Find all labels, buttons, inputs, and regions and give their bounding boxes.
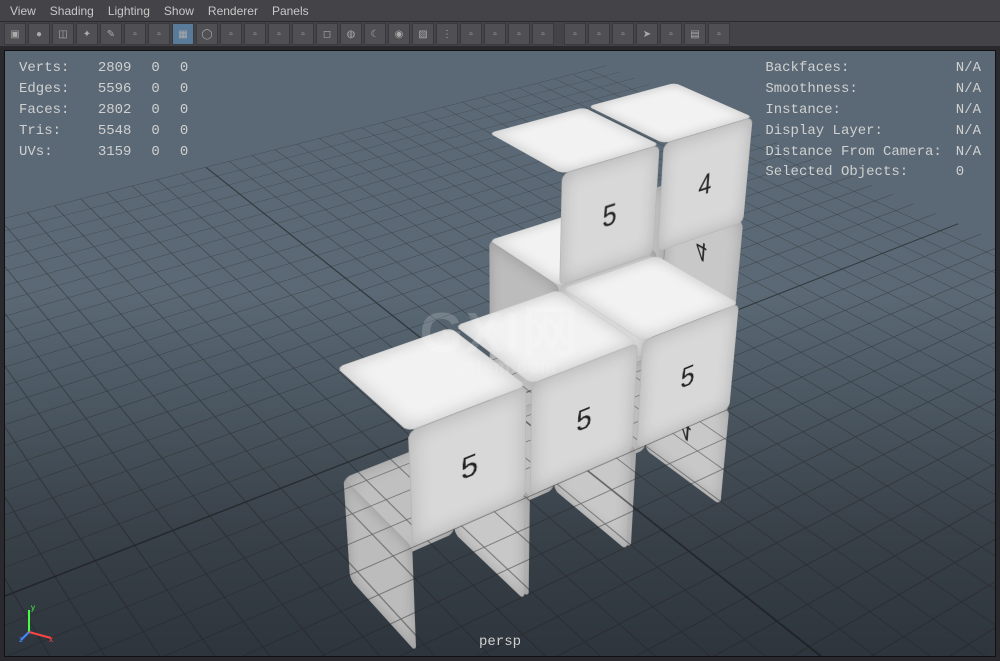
stat-val: N/A <box>944 143 981 162</box>
stat-val: 0 <box>151 122 177 141</box>
toolbar-sq1-icon[interactable]: ▫ <box>220 23 242 45</box>
stat-label: Smoothness: <box>753 80 941 99</box>
toolbar-box2-icon[interactable]: ▫ <box>660 23 682 45</box>
stat-val: N/A <box>944 122 981 141</box>
stat-label: Selected Objects: <box>753 163 941 182</box>
stat-val: 0 <box>151 80 177 99</box>
stat-val: 0 <box>944 163 981 182</box>
stat-val: 2802 <box>98 101 150 120</box>
menubar: View Shading Lighting Show Renderer Pane… <box>0 0 1000 22</box>
stat-label: Backfaces: <box>753 59 941 78</box>
toolbar-arrow-icon[interactable]: ➤ <box>636 23 658 45</box>
toolbar-ball-icon[interactable]: ◉ <box>388 23 410 45</box>
menu-show[interactable]: Show <box>164 4 194 18</box>
camera-name-label: persp <box>479 634 521 650</box>
stat-val: 5548 <box>98 122 150 141</box>
stat-label: Tris: <box>19 122 96 141</box>
toolbar-line2-icon[interactable]: ▫ <box>508 23 530 45</box>
stat-val: 0 <box>151 59 177 78</box>
toolbar-line3-icon[interactable]: ▫ <box>532 23 554 45</box>
stat-label: UVs: <box>19 143 96 162</box>
toolbar-brush-icon[interactable]: ✎ <box>100 23 122 45</box>
stat-val: 0 <box>151 101 177 120</box>
toolbar-sq3-icon[interactable]: ▫ <box>268 23 290 45</box>
stat-label: Distance From Camera: <box>753 143 941 162</box>
stat-val: 3159 <box>98 143 150 162</box>
toolbar-sq2-icon[interactable]: ▫ <box>244 23 266 45</box>
toolbar-select-icon[interactable]: ◫ <box>52 23 74 45</box>
toolbar-sq4-icon[interactable]: ▫ <box>292 23 314 45</box>
stat-val: 0 <box>180 101 206 120</box>
toolbar-cube-icon[interactable]: ◻ <box>316 23 338 45</box>
toolbar-bar-icon[interactable]: ▫ <box>460 23 482 45</box>
hud-stats-left: Verts: 280900Edges: 559600Faces: 280200T… <box>17 57 208 163</box>
menu-panels[interactable]: Panels <box>272 4 309 18</box>
stat-val: 0 <box>151 143 177 162</box>
svg-text:x: x <box>49 635 53 642</box>
toolbar-dots-icon[interactable]: ⋮ <box>436 23 458 45</box>
stat-label: Edges: <box>19 80 96 99</box>
toolbar-img-icon[interactable]: ▤ <box>684 23 706 45</box>
stat-val: N/A <box>944 80 981 99</box>
toolbar-c-icon[interactable]: ▫ <box>612 23 634 45</box>
svg-text:y: y <box>31 603 35 612</box>
viewport-toolbar: ▣●◫✦✎▫▫▦◯▫▫▫▫◻◍☾◉▨⋮▫▫▫▫▫▫▫➤▫▤▫ <box>0 22 1000 48</box>
axis-gizmo: y x z <box>19 602 59 642</box>
stat-val: 0 <box>180 143 206 162</box>
stat-val: N/A <box>944 101 981 120</box>
toolbar-rect-icon[interactable]: ▫ <box>708 23 730 45</box>
toolbar-moon-icon[interactable]: ☾ <box>364 23 386 45</box>
toolbar-line1-icon[interactable]: ▫ <box>484 23 506 45</box>
menu-view[interactable]: View <box>10 4 36 18</box>
menu-lighting[interactable]: Lighting <box>108 4 150 18</box>
toolbar-globe-icon[interactable]: ◍ <box>340 23 362 45</box>
hud-stats-right: Backfaces:N/ASmoothness:N/AInstance:N/AD… <box>751 57 983 184</box>
toolbar-locator-icon[interactable]: ✦ <box>76 23 98 45</box>
stat-label: Verts: <box>19 59 96 78</box>
svg-text:z: z <box>19 635 23 642</box>
toolbar-circle-icon[interactable]: ◯ <box>196 23 218 45</box>
stat-val: 5596 <box>98 80 150 99</box>
toolbar-camera-icon[interactable]: ▣ <box>4 23 26 45</box>
toolbar-checker-icon[interactable]: ▨ <box>412 23 434 45</box>
viewport[interactable]: 555445444 GXI网 system.com Verts: 280900E… <box>4 50 996 657</box>
menu-shading[interactable]: Shading <box>50 4 94 18</box>
stat-val: 2809 <box>98 59 150 78</box>
stat-val: 0 <box>180 59 206 78</box>
toolbar-b-icon[interactable]: ▫ <box>588 23 610 45</box>
stat-val: 0 <box>180 80 206 99</box>
toolbar-tool1-icon[interactable]: ▫ <box>124 23 146 45</box>
toolbar-grid-icon[interactable]: ▦ <box>172 23 194 45</box>
stat-val: N/A <box>944 59 981 78</box>
toolbar-a-icon[interactable]: ▫ <box>564 23 586 45</box>
stat-label: Display Layer: <box>753 122 941 141</box>
stat-label: Faces: <box>19 101 96 120</box>
toolbar-dot-icon[interactable]: ● <box>28 23 50 45</box>
stat-label: Instance: <box>753 101 941 120</box>
toolbar-tool2-icon[interactable]: ▫ <box>148 23 170 45</box>
stat-val: 0 <box>180 122 206 141</box>
menu-renderer[interactable]: Renderer <box>208 4 258 18</box>
